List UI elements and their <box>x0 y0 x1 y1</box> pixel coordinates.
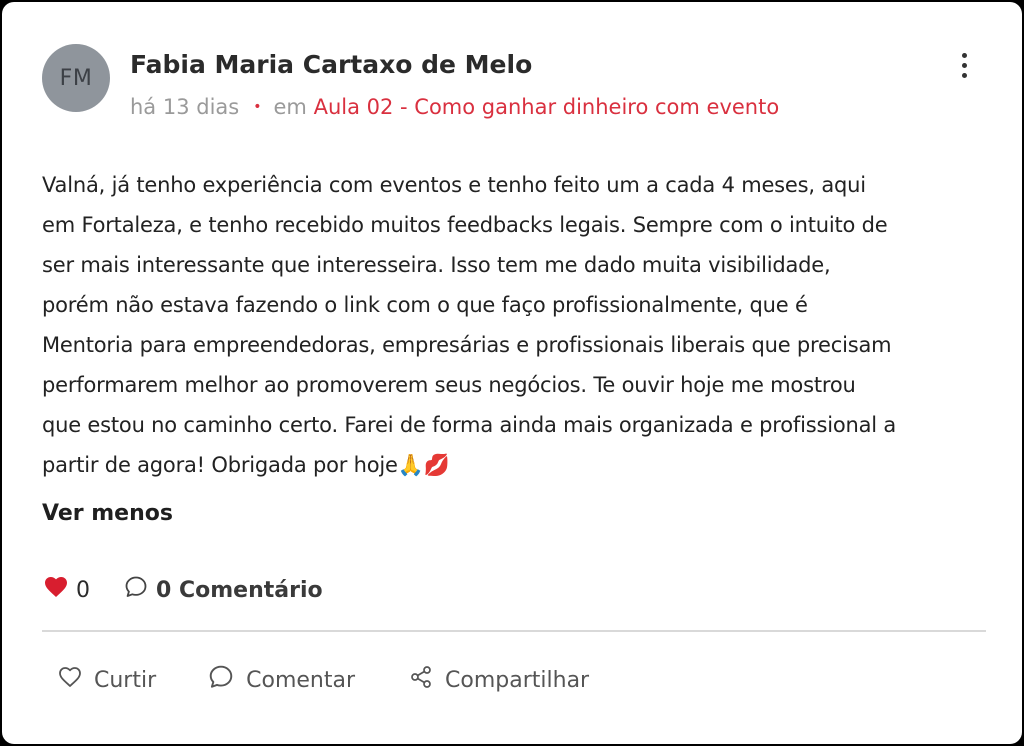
post-body-line: que estou no caminho certo. Farei de for… <box>42 413 897 437</box>
post-stats: 0 0 Comentário <box>44 574 323 606</box>
comment-button[interactable]: Comentar <box>208 664 355 696</box>
post-body-line: porém não estava fazendo o link com o qu… <box>42 293 808 317</box>
comment-bubble-icon <box>208 664 234 696</box>
post-body-line: em Fortaleza, e tenho recebido muitos fe… <box>42 213 888 237</box>
share-label: Compartilhar <box>445 667 590 693</box>
more-options-button[interactable] <box>950 50 978 80</box>
action-bar: Curtir Comentar Compartilhar <box>58 662 589 698</box>
post-time: há 13 dias <box>130 95 240 119</box>
comment-label: Comentar <box>246 667 356 693</box>
post-body-line: ser mais interessante que interesseira. … <box>42 253 831 277</box>
share-button[interactable]: Compartilhar <box>409 665 589 695</box>
post-body-line: partir de agora! Obrigada por hoje🙏💋 <box>42 453 450 477</box>
see-less-button[interactable]: Ver menos <box>42 501 173 526</box>
comment-count[interactable]: 0 Comentário <box>156 578 323 603</box>
post-card: FM Fabia Maria Cartaxo de Melo há 13 dia… <box>2 2 1022 744</box>
like-button[interactable]: Curtir <box>58 666 156 694</box>
comment-bubble-icon[interactable] <box>124 575 148 605</box>
more-vertical-icon <box>961 52 967 58</box>
more-vertical-icon-dot <box>961 72 967 78</box>
share-icon <box>409 665 433 695</box>
like-label: Curtir <box>94 667 157 693</box>
divider <box>42 630 986 632</box>
author-name[interactable]: Fabia Maria Cartaxo de Melo <box>130 50 532 79</box>
lesson-link[interactable]: Aula 02 - Como ganhar dinheiro com event… <box>314 95 780 119</box>
post-body-line: Mentoria para empreendedoras, empresária… <box>42 333 892 357</box>
meta-separator: • <box>253 99 262 115</box>
post-body-line: performarem melhor ao promoverem seus ne… <box>42 373 856 397</box>
heart-outline-icon <box>58 666 82 694</box>
avatar-initials: FM <box>59 65 93 91</box>
post-body: Valná, já tenho experiência com eventos … <box>42 165 1002 485</box>
in-label: em <box>273 95 307 119</box>
avatar[interactable]: FM <box>42 44 110 112</box>
post-meta: há 13 dias • em Aula 02 - Como ganhar dinh… <box>130 95 779 119</box>
post-body-line: Valná, já tenho experiência com eventos … <box>42 173 866 197</box>
like-count: 0 <box>76 577 90 603</box>
heart-filled-icon[interactable] <box>44 576 68 604</box>
more-vertical-icon-dot <box>961 62 967 68</box>
